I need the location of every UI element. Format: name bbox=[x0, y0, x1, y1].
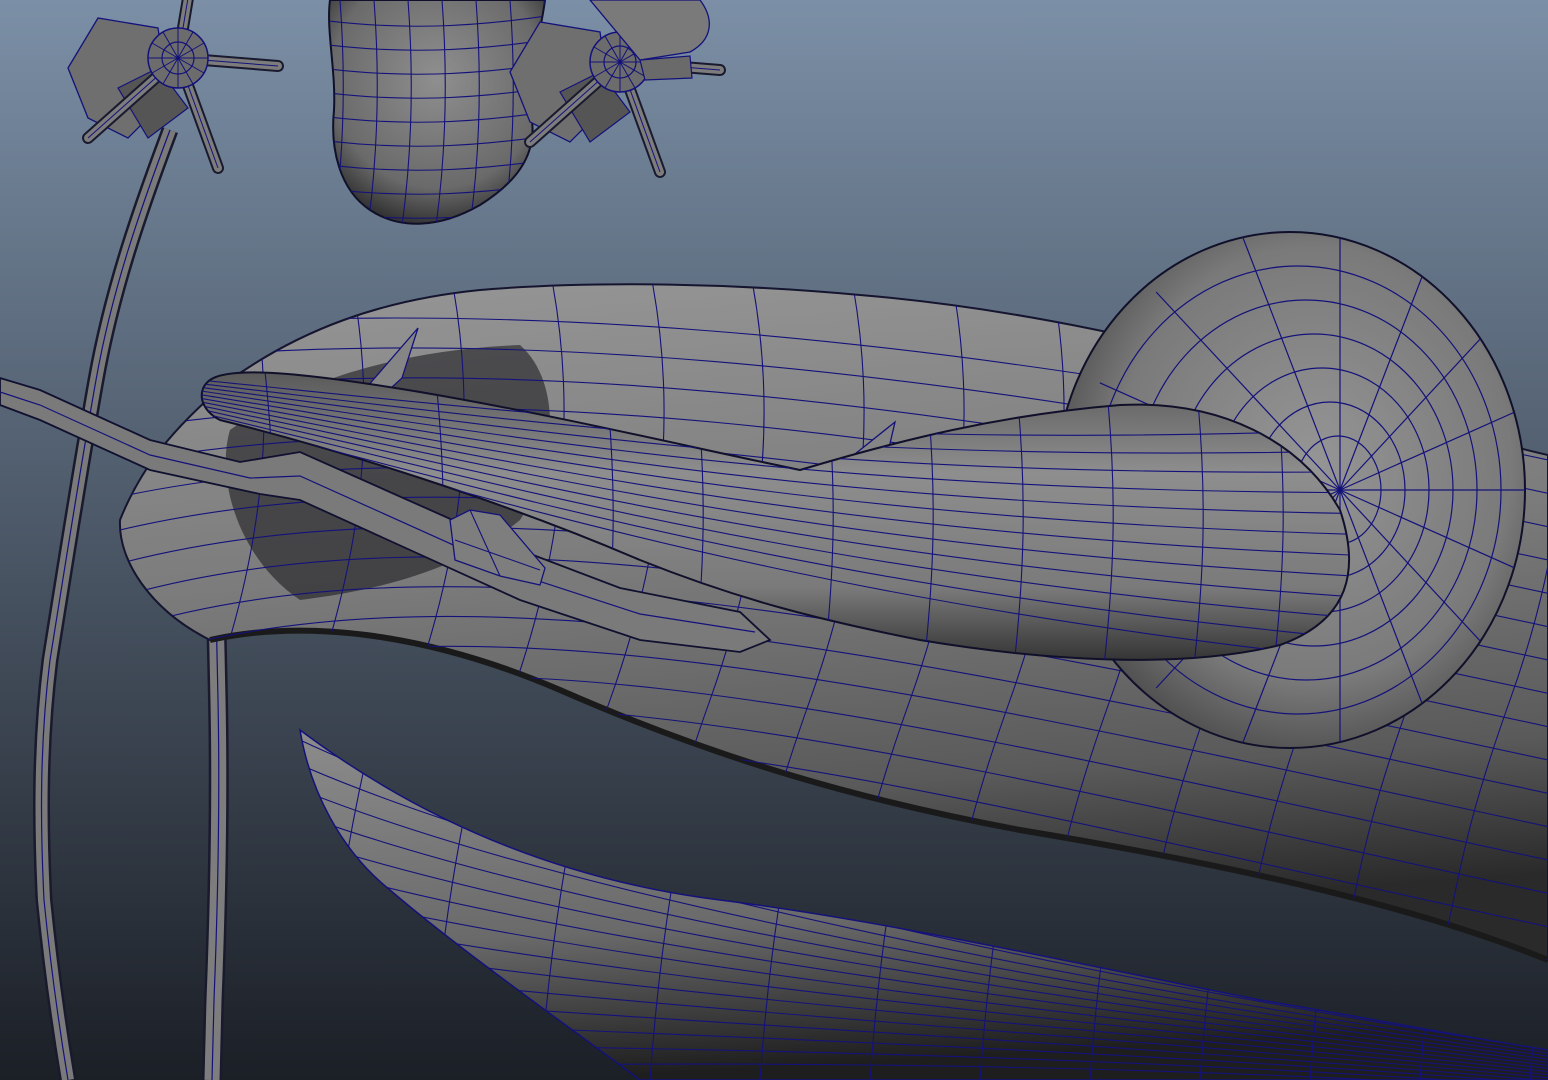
viewport-scene[interactable] bbox=[0, 0, 1548, 1080]
right-flower-stem-block bbox=[639, 55, 693, 81]
3d-viewport[interactable] bbox=[0, 0, 1548, 1080]
